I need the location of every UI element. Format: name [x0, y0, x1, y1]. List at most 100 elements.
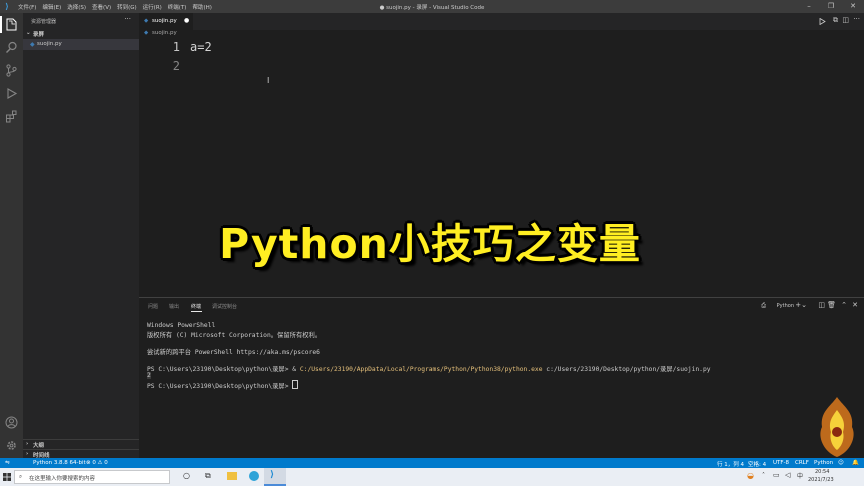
split-terminal-icon[interactable]: ◫ — [818, 301, 825, 309]
terminal-command-line: PS C:\Users\23190\Desktop\python\录屏> & C… — [147, 364, 711, 373]
open-changes-icon[interactable]: ⧉ — [833, 16, 838, 25]
taskbar-search[interactable]: ⌕ 在这里输入你要搜索的内容 — [14, 470, 170, 484]
terminal-cursor — [292, 380, 299, 389]
watermark-logo — [820, 397, 854, 457]
menu-view[interactable]: 查看(V) — [92, 3, 111, 11]
breadcrumb: ◆ suojin.py — [139, 30, 864, 39]
chevron-right-icon: › — [26, 451, 29, 457]
editor-tab-bar: ◆ suojin.py ● ⧉ ◫ ··· — [139, 13, 864, 30]
terminal-line: 版权所有 (C) Microsoft Corporation。保留所有权利。 — [147, 332, 322, 339]
terminal-prompt-line[interactable]: PS C:\Users\23190\Desktop\python\录屏> — [147, 380, 299, 390]
vscode-taskbar-button[interactable]: ⟩ — [264, 468, 286, 486]
search-placeholder: 在这里输入你要搜索的内容 — [29, 476, 96, 482]
terminal-prompt: PS C:\Users\23190\Desktop\python\录屏> — [147, 366, 293, 373]
network-icon[interactable]: ▭ — [773, 471, 780, 479]
split-editor-icon[interactable]: ◫ — [842, 16, 849, 24]
text-cursor-icon: Ⅰ — [267, 76, 270, 85]
terminal-amp: & — [292, 366, 300, 373]
tray-app-icon[interactable]: ◒ — [747, 471, 754, 480]
status-bar: ⇋ Python 3.8.8 64-bit ⊗ 0 ⚠ 0 行 1，列 4 空格… — [0, 458, 864, 468]
video-overlay-title: Python小技巧之变量 — [219, 220, 641, 268]
vscode-icon: ⟩ — [270, 470, 275, 480]
activity-bar — [0, 13, 23, 458]
encoding[interactable]: UTF-8 — [773, 460, 789, 466]
line-number: 1 — [172, 40, 180, 54]
python-interpreter[interactable]: Python 3.8.8 64-bit — [33, 460, 86, 466]
remote-icon[interactable]: ⇋ — [5, 460, 10, 466]
menu-terminal[interactable]: 终端(T) — [168, 3, 187, 11]
menu-go[interactable]: 转到(G) — [117, 3, 137, 11]
menu-edit[interactable]: 编辑(E) — [42, 3, 61, 11]
terminal-line: 尝试新的跨平台 PowerShell https://aka.ms/pscore… — [147, 349, 320, 356]
menu-help[interactable]: 帮助(H) — [192, 3, 211, 11]
outline-label: 大纲 — [33, 443, 45, 449]
file-item-suojin[interactable]: ◆ suojin.py — [23, 39, 139, 50]
close-panel-icon[interactable]: ✕ — [852, 301, 858, 309]
indentation[interactable]: 空格: 4 — [748, 460, 766, 468]
explorer-icon[interactable] — [5, 18, 18, 31]
clock-date[interactable]: 2021/7/23 — [808, 477, 834, 483]
new-terminal-icon[interactable]: +⌄ — [795, 301, 807, 309]
edge-icon[interactable] — [249, 471, 259, 481]
tab-suojin[interactable]: ◆ suojin.py ● — [139, 13, 193, 30]
menu-selection[interactable]: 选择(S) — [67, 3, 86, 11]
vscode-logo-icon: ⟩ — [5, 2, 9, 11]
cortana-icon[interactable]: ○ — [183, 471, 190, 480]
terminal-prompt: PS C:\Users\23190\Desktop\python\录屏> — [147, 383, 293, 390]
run-debug-icon[interactable] — [5, 87, 18, 100]
menu-file[interactable]: 文件(F) — [18, 3, 36, 11]
clock-time[interactable]: 20:54 — [815, 469, 829, 475]
minimize-icon[interactable]: – — [798, 0, 820, 13]
tray-chevron-icon[interactable]: ˄ — [762, 472, 765, 479]
settings-gear-icon[interactable] — [5, 439, 18, 452]
active-indicator — [0, 16, 2, 33]
windows-taskbar: ⌕ 在这里输入你要搜索的内容 ○ ⧉ ⟩ ◒ ˄ ▭ ◁ 中 20:54 202… — [0, 468, 864, 486]
task-view-icon[interactable]: ⧉ — [205, 471, 211, 481]
more-actions-icon[interactable]: ··· — [853, 15, 860, 23]
unsaved-dot-icon[interactable]: ● — [184, 17, 189, 24]
code-line[interactable]: a=2 — [190, 40, 212, 54]
ime-indicator[interactable]: 中 — [797, 471, 803, 480]
folder-row[interactable]: ⌄ 录屏 — [23, 29, 139, 39]
chevron-right-icon: › — [26, 441, 29, 447]
folder-name: 录屏 — [33, 32, 45, 38]
more-actions-icon[interactable]: ··· — [124, 15, 131, 23]
terminal-output: 2 — [147, 372, 151, 379]
active-tab-underline — [191, 311, 202, 312]
tab-label: suojin.py — [152, 18, 177, 24]
terminal-shell-name[interactable]: Python — [777, 303, 794, 309]
problems-count[interactable]: ⊗ 0 ⚠ 0 — [86, 460, 108, 466]
file-name: suojin.py — [37, 41, 62, 47]
cursor-position[interactable]: 行 1，列 4 — [717, 460, 744, 468]
chevron-down-icon: ⌄ — [26, 30, 31, 36]
menu-bar: 文件(F) 编辑(E) 选择(S) 查看(V) 转到(G) 运行(R) 终端(T… — [18, 3, 212, 11]
program-output: 2 — [147, 372, 151, 379]
kill-terminal-icon[interactable]: 🗑 — [827, 301, 836, 309]
account-icon[interactable] — [5, 416, 18, 429]
search-icon[interactable] — [5, 41, 18, 54]
terminal-exe-path: C:/Users/23190/AppData/Local/Programs/Py… — [299, 366, 543, 373]
tab-terminal[interactable]: 终端 — [191, 303, 201, 310]
search-icon: ⌕ — [19, 474, 23, 480]
close-icon[interactable]: ✕ — [842, 0, 864, 13]
tab-debug-console[interactable]: 调试控制台 — [212, 303, 237, 310]
terminal-panel: 问题 输出 终端 调试控制台 ⎙ Python +⌄ ◫ 🗑 ⌃ ✕ Windo… — [139, 297, 864, 459]
menu-run[interactable]: 运行(R) — [143, 3, 162, 11]
source-control-icon[interactable] — [5, 64, 18, 77]
python-file-icon: ◆ — [144, 30, 149, 36]
file-explorer-icon[interactable] — [227, 472, 237, 480]
tab-problems[interactable]: 问题 — [148, 303, 158, 310]
sidebar-title: 资源管理器 — [31, 19, 57, 25]
restore-icon[interactable]: ❐ — [820, 0, 842, 13]
tab-output[interactable]: 输出 — [169, 303, 179, 310]
breadcrumb-file[interactable]: suojin.py — [152, 30, 177, 36]
volume-icon[interactable]: ◁ — [785, 471, 790, 479]
run-file-icon[interactable] — [819, 18, 826, 25]
terminal-line: Windows PowerShell — [147, 322, 216, 329]
python-file-icon: ◆ — [144, 18, 149, 24]
explorer-sidebar: 资源管理器 ··· ⌄ 录屏 ◆ suojin.py › 大纲 › 时间线 — [23, 13, 139, 459]
extensions-icon[interactable] — [5, 110, 18, 123]
maximize-panel-icon[interactable]: ⌃ — [841, 301, 847, 309]
line-ending[interactable]: CRLF — [795, 460, 809, 466]
windows-start-icon[interactable] — [3, 473, 11, 481]
